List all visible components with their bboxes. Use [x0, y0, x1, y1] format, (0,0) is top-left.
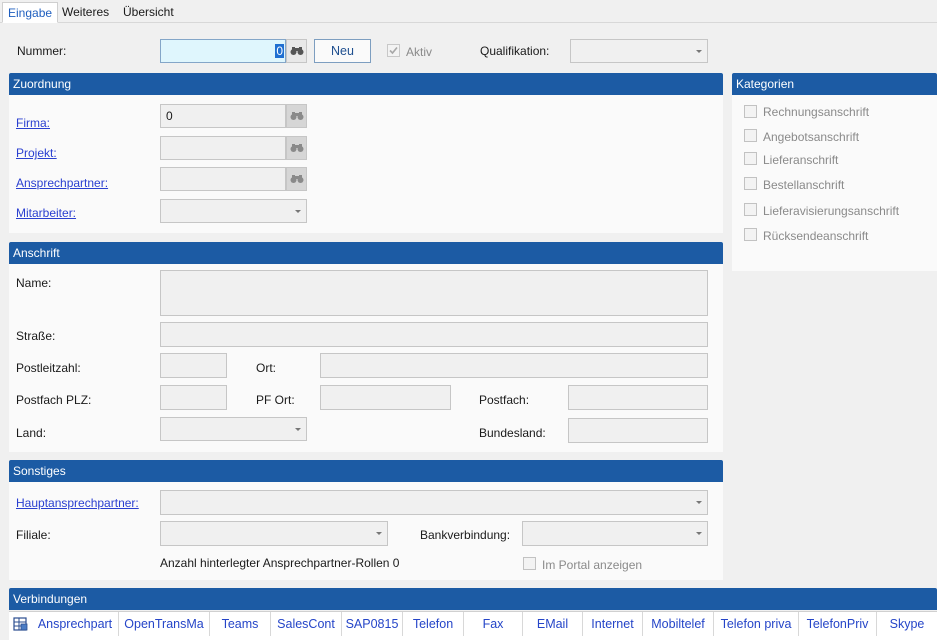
kategorien-header: Kategorien	[732, 73, 937, 95]
plz-field[interactable]	[160, 353, 227, 378]
aktiv-checkbox[interactable]	[387, 44, 400, 57]
name-label: Name:	[16, 276, 52, 290]
zuordnung-header: Zuordnung	[9, 73, 723, 95]
column-header[interactable]: Telefon	[403, 612, 464, 636]
bestellanschrift-checkbox[interactable]	[744, 177, 757, 190]
column-header[interactable]: Fax	[464, 612, 523, 636]
tab-eingabe[interactable]: Eingabe	[2, 2, 59, 23]
column-header[interactable]: Mobiltelef	[643, 612, 714, 636]
bankverbindung-dropdown[interactable]	[522, 521, 708, 546]
sonstiges-header: Sonstiges	[9, 460, 723, 482]
ruecksendeanschrift-checkbox[interactable]	[744, 228, 757, 241]
column-header[interactable]: Telefon priva	[714, 612, 799, 636]
plz-label: Postleitzahl:	[16, 361, 81, 375]
verbindungen-header: Verbindungen	[9, 588, 937, 610]
strasse-field[interactable]	[160, 322, 708, 347]
mitarbeiter-link[interactable]: Mitarbeiter:	[16, 206, 76, 220]
column-header[interactable]: EMail	[523, 612, 583, 636]
nummer-value: 0	[275, 44, 284, 58]
postfach-field[interactable]	[568, 385, 708, 410]
lieferanschrift-label: Lieferanschrift	[763, 153, 839, 167]
firma-link[interactable]: Firma:	[16, 116, 50, 130]
tab-uebersicht[interactable]: Übersicht	[118, 2, 179, 23]
qualifikation-dropdown[interactable]	[570, 39, 708, 63]
nummer-label: Nummer:	[17, 44, 67, 58]
aktiv-label: Aktiv	[406, 45, 433, 59]
angebotsanschrift-label: Angebotsanschrift	[763, 130, 860, 144]
column-header[interactable]: Skype	[877, 612, 937, 636]
postfach-plz-field[interactable]	[160, 385, 227, 410]
mitarbeiter-dropdown[interactable]	[160, 199, 307, 223]
pf-ort-field[interactable]	[320, 385, 451, 410]
chevron-down-icon	[295, 210, 301, 213]
hauptansprechpartner-link[interactable]: Hauptansprechpartner:	[16, 496, 139, 510]
ort-label: Ort:	[256, 361, 276, 375]
binoculars-icon	[290, 175, 303, 183]
qualifikation-label: Qualifikation:	[480, 44, 550, 58]
rechnungsanschrift-label: Rechnungsanschrift	[763, 105, 870, 119]
postfach-plz-label: Postfach PLZ:	[16, 393, 92, 407]
column-header[interactable]: TelefonPriv	[799, 612, 877, 636]
bankverbindung-label: Bankverbindung:	[420, 528, 511, 542]
anschrift-header: Anschrift	[9, 242, 723, 264]
chevron-down-icon	[696, 532, 702, 535]
firma-field[interactable]: 0	[160, 104, 286, 128]
binoculars-icon	[290, 144, 303, 152]
bundesland-label: Bundesland:	[479, 426, 546, 440]
ort-field[interactable]	[320, 353, 708, 378]
binoculars-icon	[290, 47, 303, 55]
bestellanschrift-label: Bestellanschrift	[763, 178, 845, 192]
lieferavisierungsanschrift-checkbox[interactable]	[744, 203, 757, 216]
im-portal-checkbox[interactable]	[523, 557, 536, 570]
chevron-down-icon	[376, 532, 382, 535]
projekt-link[interactable]: Projekt:	[16, 146, 57, 160]
tab-weiteres[interactable]: Weiteres	[57, 2, 114, 23]
zuordnung-panel	[9, 73, 723, 233]
checkmark-icon	[389, 46, 398, 55]
pf-ort-label: PF Ort:	[256, 393, 295, 407]
column-header[interactable]: Internet	[583, 612, 643, 636]
im-portal-label: Im Portal anzeigen	[542, 558, 643, 572]
filiale-dropdown[interactable]	[160, 521, 388, 546]
rechnungsanschrift-checkbox[interactable]	[744, 105, 757, 118]
projekt-field[interactable]	[160, 136, 286, 160]
ruecksendeanschrift-label: Rücksendeanschrift	[763, 229, 869, 243]
firma-search-button[interactable]	[286, 104, 307, 128]
column-header[interactable]: SalesCont	[271, 612, 342, 636]
chevron-down-icon	[295, 428, 301, 431]
ansprechpartner-rollen-text: Anzahl hinterlegter Ansprechpartner-Roll…	[160, 556, 400, 570]
postfach-label: Postfach:	[479, 393, 530, 407]
name-field[interactable]	[160, 270, 708, 316]
nummer-search-button[interactable]	[286, 39, 307, 63]
land-label: Land:	[16, 426, 47, 440]
column-header[interactable]: SAP0815	[342, 612, 403, 636]
hauptansprechpartner-dropdown[interactable]	[160, 490, 708, 515]
column-header[interactable]: Teams	[210, 612, 271, 636]
binoculars-icon	[290, 112, 303, 120]
bundesland-field[interactable]	[568, 418, 708, 443]
chevron-down-icon	[696, 50, 702, 53]
lieferanschrift-checkbox[interactable]	[744, 152, 757, 165]
land-dropdown[interactable]	[160, 417, 307, 441]
angebotsanschrift-checkbox[interactable]	[744, 129, 757, 142]
filiale-label: Filiale:	[16, 528, 51, 542]
neu-button[interactable]: Neu	[314, 39, 371, 63]
table-icon	[13, 617, 28, 631]
column-header[interactable]: OpenTransMa	[119, 612, 210, 636]
column-header[interactable]: Ansprechpart	[32, 612, 119, 636]
chevron-down-icon	[696, 501, 702, 504]
projekt-search-button[interactable]	[286, 136, 307, 160]
ansprechpartner-field[interactable]	[160, 167, 286, 191]
nummer-field[interactable]: 0	[160, 39, 286, 63]
ansprechpartner-link[interactable]: Ansprechpartner:	[16, 176, 108, 190]
ansprechpartner-search-button[interactable]	[286, 167, 307, 191]
lieferavisierungsanschrift-label: Lieferavisierungsanschrift	[763, 204, 900, 218]
strasse-label: Straße:	[16, 329, 56, 343]
grid-layout-icon[interactable]	[12, 616, 28, 632]
